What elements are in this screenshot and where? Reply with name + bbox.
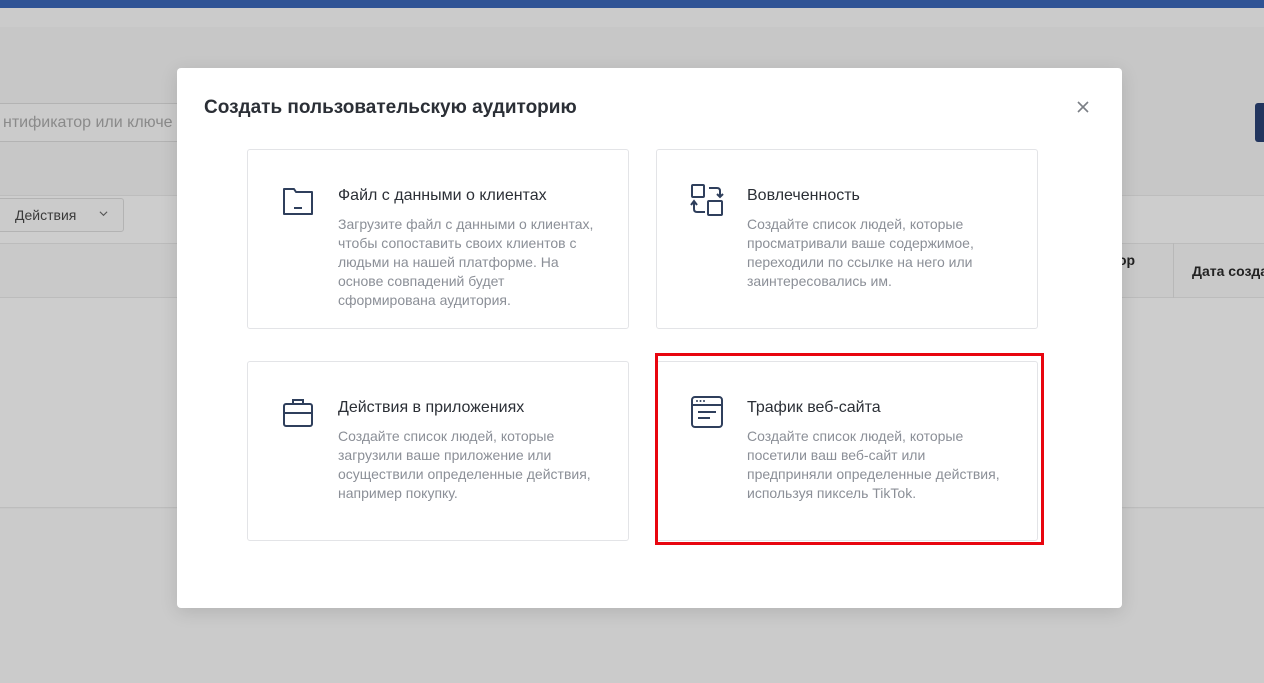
modal-title: Создать пользовательскую аудиторию — [204, 97, 577, 118]
background-column-divider — [1173, 243, 1174, 298]
option-description: Создайте список людей, которые просматри… — [747, 216, 974, 289]
background-column-header-created-date: Дата созда — [1192, 263, 1264, 279]
option-customer-file[interactable]: Файл с данными о клиентах Загрузите файл… — [247, 149, 629, 329]
background-search-input: нтификатор или ключе — [0, 103, 185, 142]
background-primary-button — [1255, 103, 1264, 142]
option-description: Создайте список людей, которые загрузили… — [338, 428, 591, 501]
create-audience-modal: Создать пользовательскую аудиторию Файл … — [177, 68, 1122, 608]
background-actions-label: Действия — [15, 207, 77, 223]
chevron-down-icon — [99, 211, 108, 217]
option-description: Создайте список людей, которые посетили … — [747, 428, 1000, 501]
top-bar — [0, 0, 1264, 8]
background-actions-select: Действия — [0, 198, 124, 232]
close-icon[interactable] — [1073, 97, 1093, 117]
option-website-traffic[interactable]: Трафик веб-сайта Создайте список людей, … — [656, 361, 1038, 541]
option-app-activity[interactable]: Действия в приложениях Создайте список л… — [247, 361, 629, 541]
browser-window-icon — [691, 396, 723, 428]
engagement-icon — [690, 184, 724, 216]
folder-icon — [283, 188, 313, 215]
option-description: Загрузите файл с данными о клиентах, что… — [338, 216, 594, 308]
option-engagement[interactable]: Вовлеченность Создайте список людей, кот… — [656, 149, 1038, 329]
briefcase-icon — [283, 399, 313, 427]
option-title: Вовлеченность — [747, 187, 860, 204]
option-title: Действия в приложениях — [338, 399, 525, 416]
option-title: Трафик веб-сайта — [747, 399, 881, 416]
option-title: Файл с данными о клиентах — [338, 187, 547, 204]
